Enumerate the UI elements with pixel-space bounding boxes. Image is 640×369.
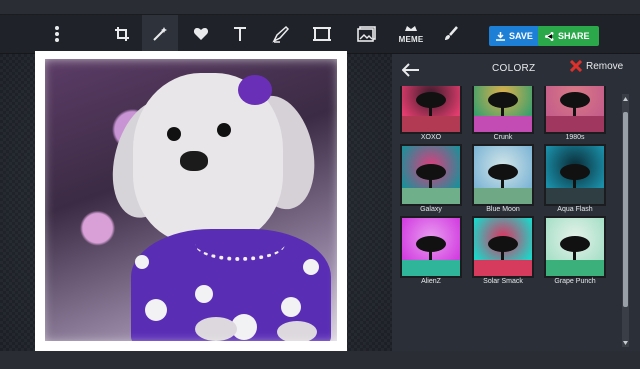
close-icon [570,60,582,72]
filter-thumbnail [544,216,606,278]
magic-wand-icon[interactable] [142,15,178,53]
share-label: SHARE [558,31,590,41]
text-icon[interactable] [228,15,252,53]
filter-solar-smack[interactable]: Solar Smack [472,216,534,285]
sticker-icon[interactable] [354,15,380,53]
dog-photo [45,59,337,341]
back-arrow-icon[interactable] [400,59,422,81]
filter-sidebar: COLORZ Remove XOXO Crunk 1980s Galaxy Blue M… [392,54,640,351]
filter-thumbnail [400,86,462,134]
scroll-up-arrow-icon[interactable] [622,94,629,103]
more-vertical-icon[interactable] [46,15,68,53]
filter-label: Grape Punch [554,278,596,285]
filter-label: Aqua Flash [557,206,593,213]
filter-aqua-flash[interactable]: Aqua Flash [544,144,606,213]
filter-label: Solar Smack [483,278,523,285]
share-button[interactable]: SHARE [538,26,599,46]
save-label: SAVE [509,31,533,41]
sidebar-title: COLORZ [492,63,536,74]
filter-xoxo[interactable]: XOXO [400,86,462,141]
filter-1980s[interactable]: 1980s [544,86,606,141]
filter-label: Blue Moon [486,206,520,213]
filter-thumbnail [400,144,462,206]
filter-label: 1980s [565,134,585,141]
filter-blue-moon[interactable]: Blue Moon [472,144,534,213]
sidebar-header: COLORZ Remove [392,54,640,86]
download-icon [496,31,505,41]
scrollbar-thumb[interactable] [623,112,628,307]
remove-label: Remove [586,60,624,72]
filter-thumbnail [544,144,606,206]
filter-label: Galaxy [420,206,442,213]
filter-thumbnail [472,216,534,278]
crop-icon[interactable] [108,15,136,53]
heart-icon[interactable] [188,15,214,53]
scroll-down-arrow-icon[interactable] [622,338,629,347]
filter-thumbnail [472,86,534,134]
filter-label: AlienZ [421,278,441,285]
filter-thumbnail [544,86,606,134]
browser-top-strip [0,0,640,15]
draw-icon[interactable] [268,15,294,53]
meme-icon[interactable]: MEME [396,15,426,53]
filter-grid: XOXO Crunk 1980s Galaxy Blue Moon Aqua Flash A… [400,86,622,341]
edited-photo[interactable] [35,51,347,351]
filter-thumbnail [472,144,534,206]
filter-alienz[interactable]: AlienZ [400,216,462,285]
filter-label: Crunk [493,134,513,141]
paint-brush-icon[interactable] [439,15,463,53]
filter-crunk[interactable]: Crunk [472,86,534,141]
filter-thumbnail [400,216,462,278]
share-icon [545,31,554,41]
filter-grape-punch[interactable]: Grape Punch [544,216,606,285]
meme-label: MEME [398,35,424,44]
filter-scrollbar[interactable] [622,94,629,347]
remove-button[interactable]: Remove [570,60,623,72]
filter-galaxy[interactable]: Galaxy [400,144,462,213]
editor-toolbar: MEME SAVE SHARE [0,15,640,54]
filter-label: XOXO [420,134,442,141]
frame-icon[interactable] [309,15,335,53]
bottom-bar [0,351,640,369]
